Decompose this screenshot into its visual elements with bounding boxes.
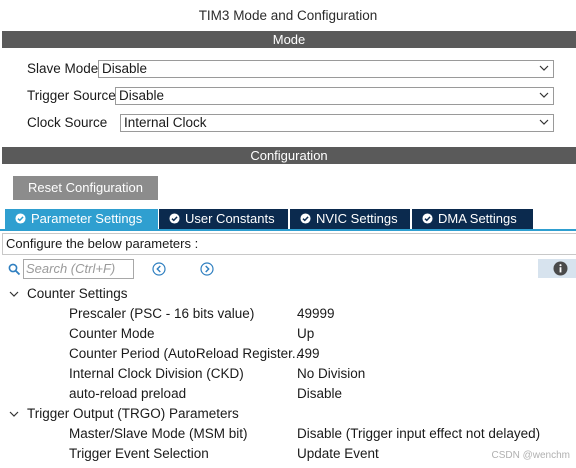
param-name: Internal Clock Division (CKD) — [69, 366, 244, 381]
watermark: CSDN @wenchm — [491, 450, 570, 461]
search-icon — [8, 263, 21, 276]
param-value-counter-period[interactable]: 499 — [297, 344, 320, 364]
mode-section-header: Mode — [2, 31, 576, 48]
tab-label: User Constants — [185, 211, 275, 226]
tab-underline — [0, 229, 576, 231]
param-value-counter-mode[interactable]: Up — [297, 324, 314, 344]
tab-dma-settings[interactable]: DMA Settings — [412, 209, 533, 229]
caret-down-icon[interactable] — [9, 289, 19, 299]
info-icon — [553, 261, 568, 276]
param-name: Counter Mode — [69, 326, 155, 341]
configuration-section-header: Configuration — [2, 147, 576, 164]
chevron-down-icon — [539, 92, 549, 98]
param-value-prescaler[interactable]: 49999 — [297, 304, 335, 324]
tab-label: NVIC Settings — [316, 211, 398, 226]
clock-source-select[interactable]: Internal Clock — [120, 114, 554, 132]
trigger-source-label: Trigger Source — [27, 88, 116, 103]
tab-user-constants[interactable]: User Constants — [159, 209, 288, 229]
tab-label: Parameter Settings — [31, 211, 143, 226]
tab-label: DMA Settings — [438, 211, 517, 226]
info-button[interactable] — [538, 259, 576, 278]
slave-mode-label: Slave Mode — [27, 61, 99, 76]
arrow-left-circle-icon[interactable] — [152, 262, 166, 276]
chevron-down-icon — [539, 65, 549, 71]
param-name: Prescaler (PSC - 16 bits value) — [69, 306, 255, 321]
check-circle-icon — [15, 213, 26, 224]
param-name: Master/Slave Mode (MSM bit) — [69, 426, 248, 441]
param-name: auto-reload preload — [69, 386, 187, 401]
param-value-auto-reload-preload[interactable]: Disable — [297, 384, 342, 404]
caret-down-icon[interactable] — [9, 409, 19, 419]
param-value-trigger-event[interactable]: Update Event — [297, 444, 379, 464]
search-input[interactable]: Search (Ctrl+F) — [23, 259, 134, 279]
reset-configuration-button[interactable]: Reset Configuration — [13, 176, 158, 200]
tab-nvic-settings[interactable]: NVIC Settings — [290, 209, 410, 229]
slave-mode-value: Disable — [102, 61, 148, 76]
check-circle-icon — [300, 213, 311, 224]
chevron-down-icon — [539, 119, 549, 125]
group-counter-settings[interactable]: Counter Settings — [27, 284, 128, 304]
trigger-source-value: Disable — [119, 88, 165, 103]
param-value-msm[interactable]: Disable (Trigger input effect not delaye… — [297, 424, 540, 444]
slave-mode-select[interactable]: Disable — [98, 60, 554, 78]
check-circle-icon — [169, 213, 180, 224]
param-name: Trigger Event Selection — [69, 446, 209, 461]
clock-source-label: Clock Source — [27, 115, 108, 130]
arrow-right-circle-icon[interactable] — [200, 262, 214, 276]
configure-hint: Configure the below parameters : — [2, 233, 576, 255]
trigger-source-select[interactable]: Disable — [115, 87, 554, 105]
param-name: Counter Period (AutoReload Register... — [69, 346, 304, 361]
clock-source-value: Internal Clock — [124, 115, 207, 130]
window-title: TIM3 Mode and Configuration — [198, 8, 378, 23]
param-value-clock-division[interactable]: No Division — [297, 364, 365, 384]
check-circle-icon — [422, 213, 433, 224]
group-trigger-output[interactable]: Trigger Output (TRGO) Parameters — [27, 404, 239, 424]
tab-parameter-settings[interactable]: Parameter Settings — [5, 209, 158, 229]
